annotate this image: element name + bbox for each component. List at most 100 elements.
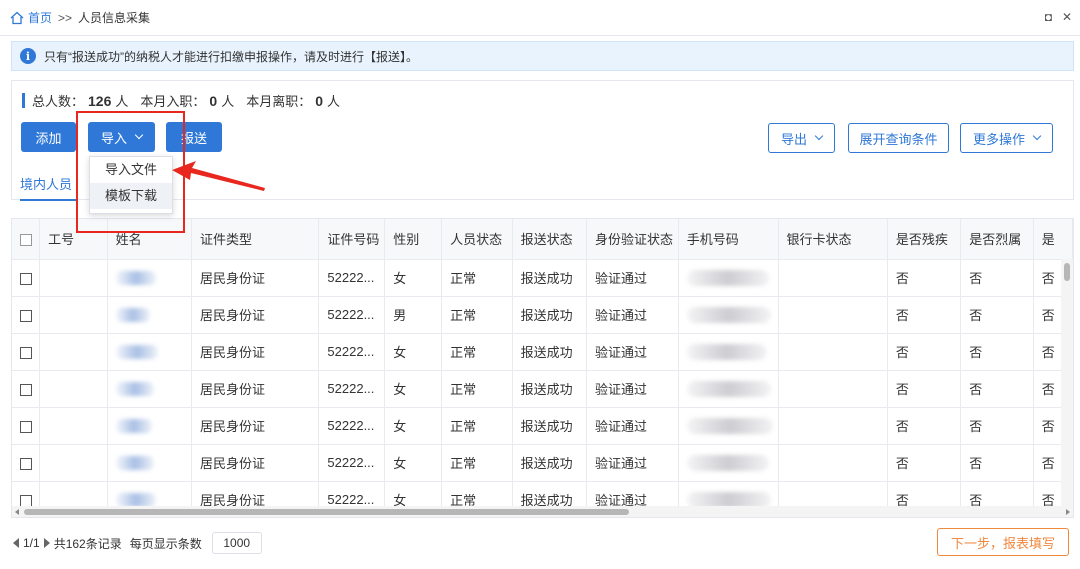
add-button[interactable]: 添加 — [21, 122, 76, 152]
name-cell — [107, 333, 192, 371]
col-header-id-no[interactable]: 证件号码 — [318, 219, 386, 260]
table-row[interactable]: 居民身份证 52222... 女 正常 报送成功 验证通过 否 否 否 — [12, 333, 1073, 371]
verify-status-cell: 验证通过 — [586, 407, 679, 445]
row-checkbox[interactable] — [12, 407, 41, 445]
id-type-cell: 居民身份证 — [191, 370, 320, 408]
verify-status-cell: 验证通过 — [586, 333, 679, 371]
employee-no-cell — [39, 296, 108, 334]
tab-domestic[interactable]: 境内人员 — [20, 174, 78, 201]
col-header-id-type[interactable]: 证件类型 — [191, 219, 320, 260]
breadcrumb-separator: >> — [58, 10, 73, 25]
col-header-more[interactable]: 是 — [1033, 219, 1073, 260]
horizontal-scroll-thumb[interactable] — [24, 509, 629, 515]
report-status-cell: 报送成功 — [512, 259, 588, 297]
scroll-left-icon[interactable] — [15, 509, 19, 515]
more-actions-button[interactable]: 更多操作 — [960, 123, 1053, 153]
horizontal-scrollbar[interactable] — [11, 506, 1074, 518]
gender-cell: 女 — [384, 444, 443, 482]
martyr-cell: 否 — [960, 259, 1034, 297]
window-controls: ◘ ✕ — [1045, 11, 1072, 23]
export-button-label: 导出 — [780, 131, 807, 147]
notice-banner: i 只有“报送成功”的纳税人才能进行扣缴申报操作，请及时进行【报送】。 — [11, 41, 1074, 71]
table-row[interactable]: 居民身份证 52222... 女 正常 报送成功 验证通过 否 否 否 — [12, 444, 1073, 482]
total-unit: 人 — [115, 94, 129, 109]
expand-query-button[interactable]: 展开查询条件 — [848, 123, 949, 153]
table-row[interactable]: 居民身份证 52222... 女 正常 报送成功 验证通过 否 否 否 — [12, 407, 1073, 445]
col-header-status[interactable]: 人员状态 — [441, 219, 513, 260]
status-cell: 正常 — [441, 296, 513, 334]
id-type-cell: 居民身份证 — [191, 259, 320, 297]
martyr-cell: 否 — [960, 407, 1034, 445]
status-cell: 正常 — [441, 407, 513, 445]
title-bar: 首页 >> 人员信息采集 ◘ ✕ — [0, 0, 1080, 36]
report-status-cell: 报送成功 — [512, 333, 588, 371]
phone-cell — [678, 444, 779, 482]
name-cell — [107, 370, 192, 408]
left-value: 0 — [315, 92, 324, 109]
total-records: 共162条记录 — [53, 536, 122, 551]
select-all-checkbox[interactable] — [12, 219, 41, 260]
gender-cell: 男 — [384, 296, 443, 334]
annotation-arrow-icon — [172, 161, 265, 191]
bank-status-cell — [778, 370, 888, 408]
col-header-report-status[interactable]: 报送状态 — [512, 219, 588, 260]
table-row[interactable]: 居民身份证 52222... 男 正常 报送成功 验证通过 否 否 否 — [12, 296, 1073, 334]
table-row[interactable]: 居民身份证 52222... 女 正常 报送成功 验证通过 否 否 否 — [12, 259, 1073, 297]
disabled-cell: 否 — [887, 333, 962, 371]
info-icon: i — [20, 48, 36, 64]
home-icon[interactable] — [10, 11, 24, 25]
row-checkbox[interactable] — [12, 444, 41, 482]
phone-cell — [678, 259, 779, 297]
gender-cell: 女 — [384, 407, 443, 445]
per-page-input[interactable]: 1000 — [211, 532, 262, 554]
notice-text: 只有“报送成功”的纳税人才能进行扣缴申报操作，请及时进行【报送】。 — [44, 49, 418, 64]
prev-page-icon[interactable] — [13, 538, 19, 548]
next-step-button[interactable]: 下一步，报表填写 — [937, 528, 1069, 556]
row-checkbox[interactable] — [12, 259, 41, 297]
col-header-verify-status[interactable]: 身份验证状态 — [586, 219, 679, 260]
hired-value: 0 — [209, 92, 218, 109]
row-checkbox[interactable] — [12, 370, 41, 408]
name-cell — [107, 444, 192, 482]
left-label: 本月离职： — [246, 94, 312, 109]
id-type-cell: 居民身份证 — [191, 444, 320, 482]
close-icon[interactable]: ✕ — [1062, 11, 1072, 23]
pagination: 1/1 共162条记录 每页显示条数 1000 — [13, 532, 262, 554]
martyr-cell: 否 — [960, 370, 1034, 408]
vertical-scrollbar[interactable] — [1061, 259, 1073, 509]
row-checkbox[interactable] — [12, 333, 41, 371]
col-header-disabled[interactable]: 是否残疾 — [887, 219, 962, 260]
restore-icon[interactable]: ◘ — [1045, 11, 1052, 23]
row-checkbox[interactable] — [12, 296, 41, 334]
id-no-cell: 52222... — [318, 333, 386, 371]
report-status-cell: 报送成功 — [512, 370, 588, 408]
disabled-cell: 否 — [887, 259, 962, 297]
verify-status-cell: 验证通过 — [586, 296, 679, 334]
report-status-cell: 报送成功 — [512, 407, 588, 445]
employee-no-cell — [39, 444, 108, 482]
verify-status-cell: 验证通过 — [586, 370, 679, 408]
breadcrumb-home[interactable]: 首页 — [28, 9, 52, 26]
annotation-highlight-box — [76, 111, 185, 233]
martyr-cell: 否 — [960, 296, 1034, 334]
col-header-martyr[interactable]: 是否烈属 — [960, 219, 1034, 260]
martyr-cell: 否 — [960, 333, 1034, 371]
export-button[interactable]: 导出 — [768, 123, 835, 153]
scroll-right-icon[interactable] — [1066, 509, 1070, 515]
col-header-gender[interactable]: 性别 — [384, 219, 443, 260]
id-no-cell: 52222... — [318, 296, 386, 334]
page-title: 人员信息采集 — [78, 11, 151, 25]
col-header-phone[interactable]: 手机号码 — [678, 219, 779, 260]
next-page-icon[interactable] — [43, 538, 50, 548]
col-header-bank-status[interactable]: 银行卡状态 — [778, 219, 888, 260]
id-type-cell: 居民身份证 — [191, 333, 320, 371]
bank-status-cell — [778, 407, 888, 445]
table-row[interactable]: 居民身份证 52222... 女 正常 报送成功 验证通过 否 否 否 — [12, 370, 1073, 408]
left-unit: 人 — [327, 94, 341, 109]
vertical-scroll-thumb[interactable] — [1064, 263, 1070, 281]
phone-cell — [678, 296, 779, 334]
gender-cell: 女 — [384, 333, 443, 371]
verify-status-cell: 验证通过 — [586, 444, 679, 482]
status-cell: 正常 — [441, 370, 513, 408]
disabled-cell: 否 — [887, 407, 962, 445]
